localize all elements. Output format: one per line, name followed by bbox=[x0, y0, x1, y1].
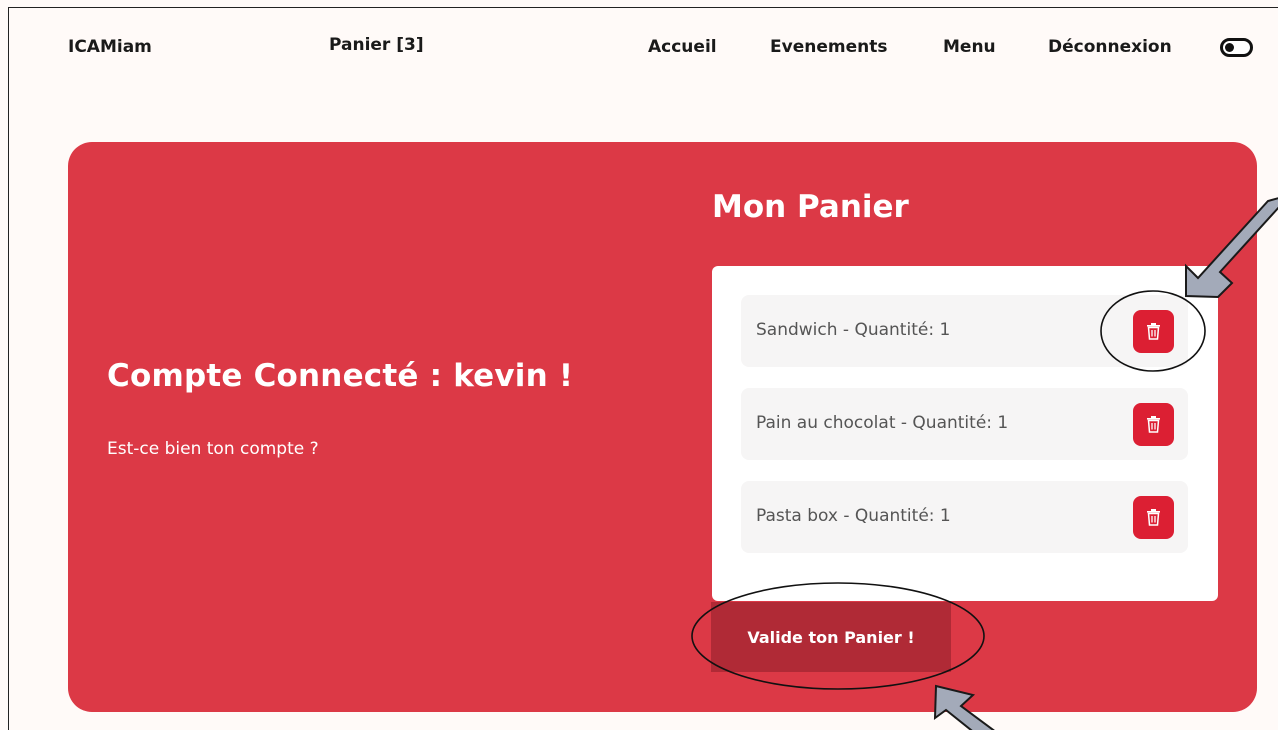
trash-icon bbox=[1147, 509, 1160, 526]
theme-toggle-icon[interactable] bbox=[1220, 38, 1253, 57]
toggle-knob bbox=[1225, 43, 1234, 52]
cart-item-label: Sandwich - Quantité: 1 bbox=[756, 320, 951, 340]
delete-item-button[interactable] bbox=[1133, 310, 1174, 353]
nav-deconnexion[interactable]: Déconnexion bbox=[1048, 37, 1172, 57]
account-title: Compte Connecté : kevin ! bbox=[107, 358, 574, 394]
validate-cart-button[interactable]: Valide ton Panier ! bbox=[711, 602, 951, 672]
nav-menu[interactable]: Menu bbox=[943, 37, 996, 57]
delete-item-button[interactable] bbox=[1133, 403, 1174, 446]
cart-item-label: Pasta box - Quantité: 1 bbox=[756, 506, 951, 526]
nav-accueil[interactable]: Accueil bbox=[648, 37, 717, 57]
delete-item-button[interactable] bbox=[1133, 496, 1174, 539]
cart-item: Pain au chocolat - Quantité: 1 bbox=[741, 388, 1188, 460]
cart-item: Pasta box - Quantité: 1 bbox=[741, 481, 1188, 553]
nav-evenements[interactable]: Evenements bbox=[770, 37, 887, 57]
cart-link[interactable]: Panier [3] bbox=[329, 35, 424, 55]
cart-item: Sandwich - Quantité: 1 bbox=[741, 295, 1188, 367]
cart-title: Mon Panier bbox=[712, 189, 909, 225]
account-question: Est-ce bien ton compte ? bbox=[107, 439, 319, 459]
brand-logo[interactable]: ICAMiam bbox=[68, 37, 152, 57]
trash-icon bbox=[1147, 416, 1160, 433]
cart-item-label: Pain au chocolat - Quantité: 1 bbox=[756, 413, 1009, 433]
trash-icon bbox=[1147, 323, 1160, 340]
